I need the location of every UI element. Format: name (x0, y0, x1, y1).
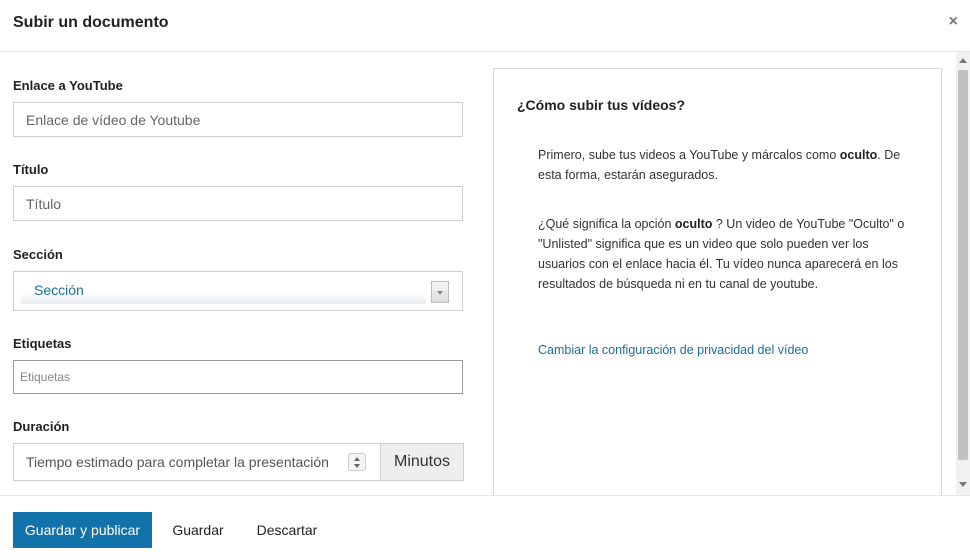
tags-input[interactable] (13, 360, 463, 394)
duration-group: Minutos (13, 443, 464, 481)
scrollbar-thumb[interactable] (958, 70, 968, 460)
scroll-down-icon[interactable] (959, 482, 967, 487)
privacy-settings-link[interactable]: Cambiar la configuración de privacidad d… (538, 343, 808, 357)
dialog-title: Subir un documento (13, 14, 169, 31)
duration-input[interactable] (13, 443, 380, 481)
help-panel: ¿Cómo subir tus vídeos? Primero, sube tu… (493, 68, 942, 495)
discard-button[interactable]: Descartar (247, 512, 327, 548)
youtube-link-label: Enlace a YouTube (13, 78, 123, 93)
section-select-value: Sección (34, 282, 84, 298)
youtube-link-input[interactable] (13, 102, 463, 137)
tags-label: Etiquetas (13, 336, 72, 351)
help-title: ¿Cómo subir tus vídeos? (517, 97, 686, 113)
spinner-arrows-icon[interactable] (348, 453, 366, 471)
help-paragraph-2: ¿Qué significa la opción oculto ? Un vid… (538, 217, 905, 291)
scroll-up-icon[interactable] (959, 58, 967, 63)
save-button[interactable]: Guardar (163, 512, 233, 548)
title-label: Título (13, 162, 49, 177)
duration-label: Duración (13, 419, 70, 434)
help-paragraph-1: Primero, sube tus videos a YouTube y már… (538, 148, 901, 182)
help-emphasis-oculto-2: oculto (674, 217, 713, 231)
title-input[interactable] (13, 186, 463, 221)
help-emphasis-oculto: oculto (839, 148, 878, 162)
close-icon[interactable]: × (949, 12, 958, 32)
section-label: Sección (13, 247, 63, 262)
section-select[interactable]: Sección (13, 271, 463, 311)
save-and-publish-button[interactable]: Guardar y publicar (13, 512, 152, 548)
dialog-header: Subir un documento × (0, 0, 970, 52)
dialog-scrollbar[interactable] (956, 52, 970, 495)
chevron-down-icon[interactable] (431, 281, 449, 303)
dialog-body: Enlace a YouTube Título Sección Sección … (0, 52, 970, 495)
dialog-footer: Guardar y publicar Guardar Descartar (0, 495, 970, 560)
section-select-display: Sección (21, 276, 426, 304)
duration-unit-addon: Minutos (380, 443, 464, 481)
